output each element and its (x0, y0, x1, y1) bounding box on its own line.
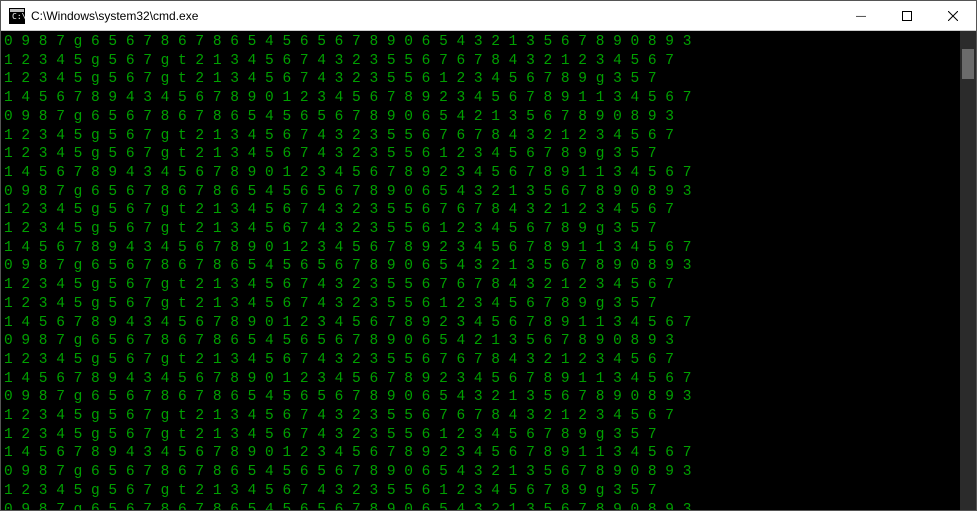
console-line: 0 9 8 7 g 6 5 6 7 8 6 7 8 6 5 4 5 6 5 6 … (4, 501, 957, 510)
console-line: 1 4 5 6 7 8 9 4 3 4 5 6 7 8 9 0 1 2 3 4 … (4, 314, 957, 333)
console-line: 1 2 3 4 5 g 5 6 7 g t 2 1 3 4 5 6 7 4 3 … (4, 351, 957, 370)
console-line: 1 2 3 4 5 g 5 6 7 g t 2 1 3 4 5 6 7 4 3 … (4, 145, 957, 164)
console-area[interactable]: 0 9 8 7 g 6 5 6 7 8 6 7 8 6 5 4 5 6 5 6 … (1, 31, 976, 510)
close-button[interactable] (930, 1, 976, 31)
console-line: 1 4 5 6 7 8 9 4 3 4 5 6 7 8 9 0 1 2 3 4 … (4, 370, 957, 389)
console-line: 0 9 8 7 g 6 5 6 7 8 6 7 8 6 5 4 5 6 5 6 … (4, 108, 957, 127)
console-line: 1 2 3 4 5 g 5 6 7 g t 2 1 3 4 5 6 7 4 3 … (4, 426, 957, 445)
console-output: 0 9 8 7 g 6 5 6 7 8 6 7 8 6 5 4 5 6 5 6 … (1, 31, 960, 510)
console-line: 1 4 5 6 7 8 9 4 3 4 5 6 7 8 9 0 1 2 3 4 … (4, 89, 957, 108)
cmd-icon: C:\ (9, 8, 25, 24)
console-line: 1 2 3 4 5 g 5 6 7 g t 2 1 3 4 5 6 7 4 3 … (4, 70, 957, 89)
console-line: 1 4 5 6 7 8 9 4 3 4 5 6 7 8 9 0 1 2 3 4 … (4, 164, 957, 183)
console-line: 0 9 8 7 g 6 5 6 7 8 6 7 8 6 5 4 5 6 5 6 … (4, 463, 957, 482)
console-line: 1 2 3 4 5 g 5 6 7 g t 2 1 3 4 5 6 7 4 3 … (4, 295, 957, 314)
console-line: 1 2 3 4 5 g 5 6 7 g t 2 1 3 4 5 6 7 4 3 … (4, 220, 957, 239)
cmd-window: C:\ C:\Windows\system32\cmd.exe — 0 9 8 … (0, 0, 977, 511)
console-line: 1 4 5 6 7 8 9 4 3 4 5 6 7 8 9 0 1 2 3 4 … (4, 239, 957, 258)
window-title: C:\Windows\system32\cmd.exe (31, 1, 838, 31)
console-line: 0 9 8 7 g 6 5 6 7 8 6 7 8 6 5 4 5 6 5 6 … (4, 332, 957, 351)
console-line: 1 4 5 6 7 8 9 4 3 4 5 6 7 8 9 0 1 2 3 4 … (4, 444, 957, 463)
maximize-button[interactable] (884, 1, 930, 31)
console-line: 1 2 3 4 5 g 5 6 7 g t 2 1 3 4 5 6 7 4 3 … (4, 482, 957, 501)
window-controls: — (838, 1, 976, 30)
console-line: 0 9 8 7 g 6 5 6 7 8 6 7 8 6 5 4 5 6 5 6 … (4, 183, 957, 202)
console-line: 0 9 8 7 g 6 5 6 7 8 6 7 8 6 5 4 5 6 5 6 … (4, 257, 957, 276)
console-line: 1 2 3 4 5 g 5 6 7 g t 2 1 3 4 5 6 7 4 3 … (4, 407, 957, 426)
titlebar[interactable]: C:\ C:\Windows\system32\cmd.exe — (1, 1, 976, 31)
console-line: 0 9 8 7 g 6 5 6 7 8 6 7 8 6 5 4 5 6 5 6 … (4, 33, 957, 52)
svg-text:C:\: C:\ (12, 12, 25, 21)
console-line: 1 2 3 4 5 g 5 6 7 g t 2 1 3 4 5 6 7 4 3 … (4, 52, 957, 71)
console-line: 1 2 3 4 5 g 5 6 7 g t 2 1 3 4 5 6 7 4 3 … (4, 201, 957, 220)
console-line: 1 2 3 4 5 g 5 6 7 g t 2 1 3 4 5 6 7 4 3 … (4, 276, 957, 295)
console-line: 1 2 3 4 5 g 5 6 7 g t 2 1 3 4 5 6 7 4 3 … (4, 127, 957, 146)
minimize-button[interactable]: — (838, 1, 884, 31)
console-line: 0 9 8 7 g 6 5 6 7 8 6 7 8 6 5 4 5 6 5 6 … (4, 388, 957, 407)
scrollbar-thumb[interactable] (962, 49, 974, 79)
vertical-scrollbar[interactable] (960, 31, 976, 510)
